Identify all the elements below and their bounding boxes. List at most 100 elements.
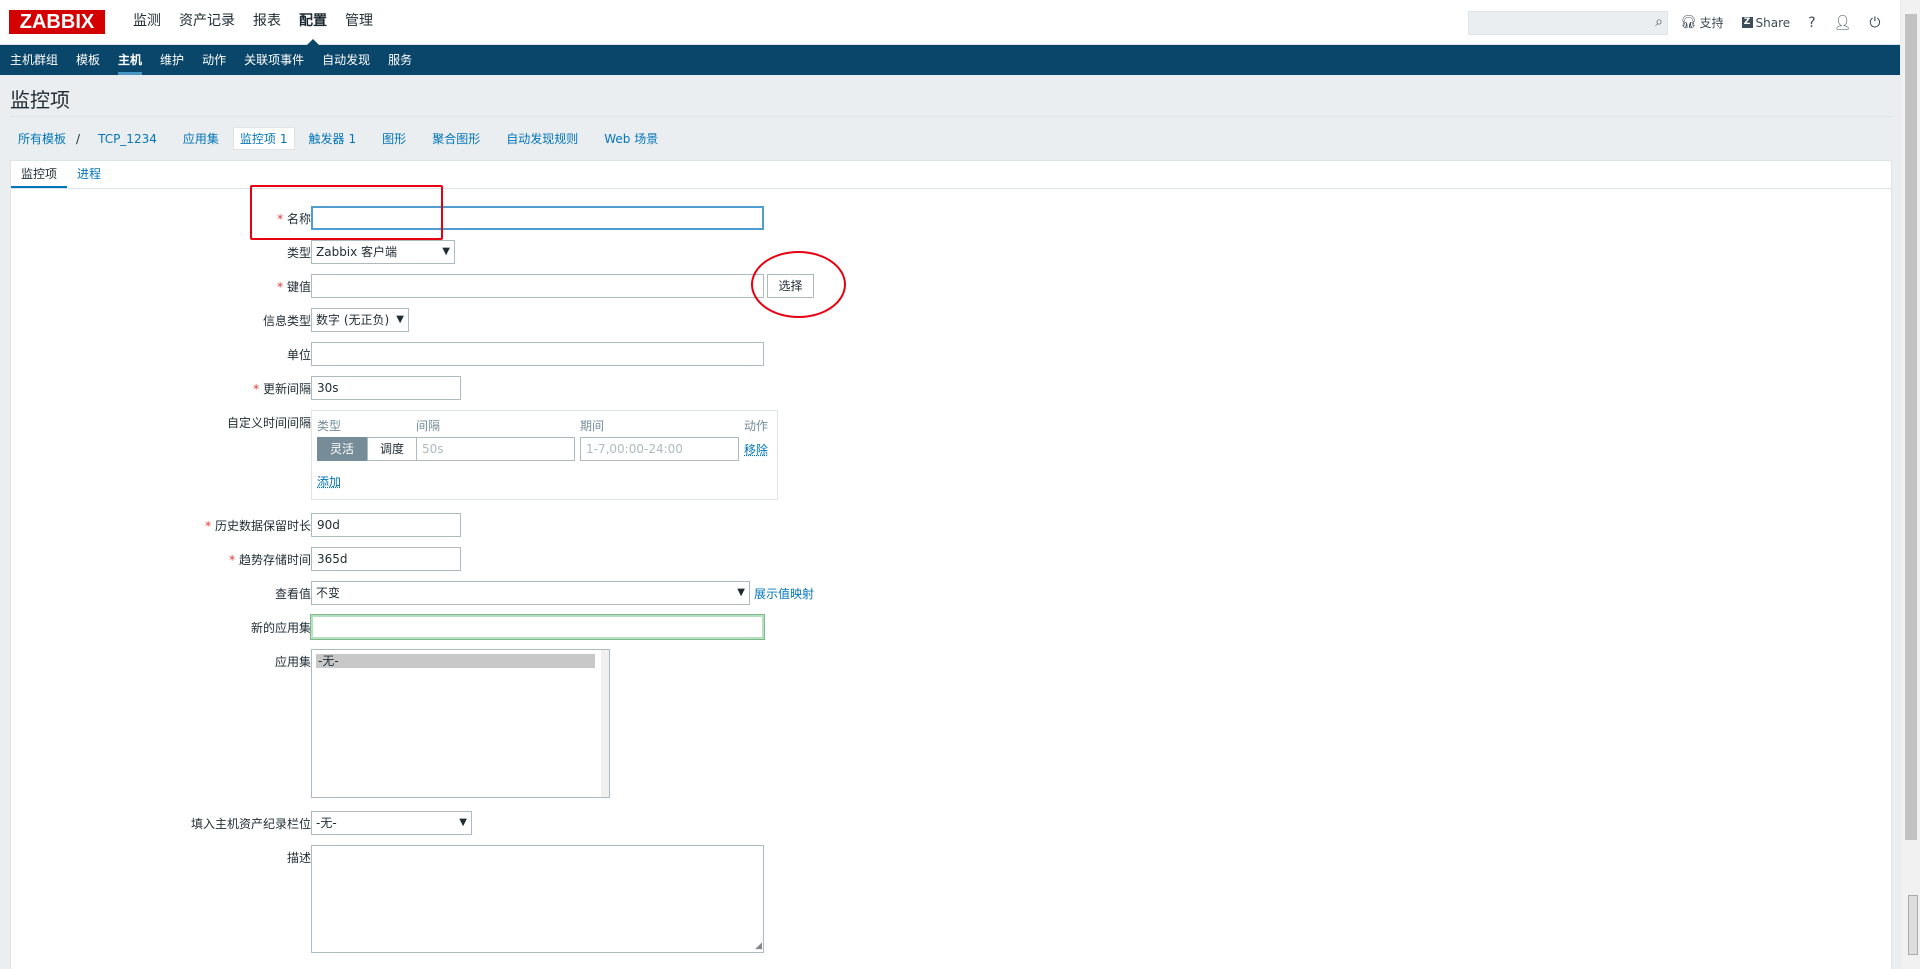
sub-menu: 主机群组 模板 主机 维护 动作 关联项事件 自动发现 服务 [0,45,1900,75]
breadcrumb-all-templates[interactable]: 所有模板 [10,130,80,147]
description-textarea[interactable]: ◢ [311,845,764,953]
headset-icon: 🎧︎ [1680,15,1697,30]
type-select-value: Zabbix 客户端 [316,245,398,259]
main-menu-monitoring[interactable]: 监测 [124,0,170,45]
page-title: 监控项 [10,88,70,112]
breadcrumb-screens[interactable]: 聚合图形 [424,130,488,147]
share-link[interactable]: Z Share [1741,15,1791,30]
chevron-down-icon: ▼ [459,817,467,828]
info-type-label: 信息类型 [262,314,311,328]
sub-menu-actions[interactable]: 动作 [193,45,235,75]
sub-menu-host-groups[interactable]: 主机群组 [1,45,67,75]
tab-preprocessing[interactable]: 进程 [67,161,111,188]
support-link[interactable]: 🎧︎ 支持 [1680,14,1724,31]
custom-header-action: 动作 [744,419,769,433]
breadcrumb-triggers-label: 触发器 [308,132,345,146]
breadcrumb-graphs[interactable]: 图形 [374,130,414,147]
custom-period-field[interactable]: 1-7,00:00-24:00 [580,437,739,461]
breadcrumb-discovery[interactable]: 自动发现规则 [498,130,586,147]
custom-add-link[interactable]: 添加 [317,473,341,490]
sub-menu-bar: 主机群组 模板 主机 维护 动作 关联项事件 自动发现 服务 [0,45,1900,75]
breadcrumb-applications[interactable]: 应用集 [175,130,227,147]
new-application-label: 新的应用集 [250,621,311,635]
applications-listbox[interactable]: -无- [311,649,610,798]
history-field[interactable]: 90d [311,513,461,537]
help-icon: ? [1808,14,1816,31]
sub-menu-discovery[interactable]: 自动发现 [313,45,379,75]
custom-interval-field[interactable]: 50s [416,437,575,461]
chevron-down-icon: ▼ [396,314,404,325]
breadcrumb-items-label: 监控项 [239,132,276,146]
inventory-value: -无- [316,816,337,830]
page-scrollbar-thumb[interactable] [1905,14,1917,840]
sub-menu-services[interactable]: 服务 [379,45,421,75]
breadcrumb: 所有模板 TCP_1234 应用集 监控项1 触发器1 图形 聚合图形 自动发现… [10,116,1892,160]
custom-header-interval: 间隔 [416,419,441,433]
share-label: Share [1755,15,1791,30]
side-widget[interactable] [1908,895,1918,955]
history-label: 历史数据保留时长 [205,517,311,534]
main-menu: 监测 资产记录 报表 配置 管理 [124,0,382,46]
breadcrumb-items[interactable]: 监控项 1 [232,127,295,150]
breadcrumb-template[interactable]: TCP_1234 [90,132,165,146]
top-links: 🎧︎ 支持 Z Share ? 👤︎ ⏻ [1680,0,1898,45]
key-field[interactable] [311,274,764,298]
interval-field[interactable]: 30s [311,376,461,400]
breadcrumb-web[interactable]: Web 场景 [596,130,666,147]
description-label: 描述 [286,851,311,865]
show-value-mappings-link[interactable]: 展示值映射 [754,585,814,602]
breadcrumb-triggers[interactable]: 触发器 1 [301,130,365,147]
inventory-select[interactable]: -无- ▼ [311,811,472,835]
custom-scheduling-option[interactable]: 调度 [367,437,418,461]
type-select[interactable]: Zabbix 客户端 ▼ [311,240,455,264]
sub-menu-maintenance[interactable]: 维护 [151,45,193,75]
chevron-down-icon: ▼ [442,246,450,257]
custom-remove-link[interactable]: 移除 [744,441,768,458]
key-label: 键值 [277,278,311,295]
zabbix-share-icon: Z [1741,17,1753,28]
valuemap-label: 查看值 [274,587,311,601]
custom-header-type: 类型 [317,419,342,433]
info-type-select[interactable]: 数字 (无正负) ▼ [311,308,409,332]
valuemap-value: 不变 [316,586,341,600]
new-application-field[interactable] [310,614,765,640]
search-icon[interactable]: ⌕ [1655,14,1663,30]
custom-intervals-table: 类型 间隔 期间 动作 灵活 调度 50s 1-7,00:00-24:00 移除… [311,410,778,500]
applications-label: 应用集 [274,655,311,669]
search-input[interactable]: ⌕ [1468,11,1668,35]
units-label: 单位 [286,348,311,362]
main-menu-configuration[interactable]: 配置 [290,0,336,46]
logout-button[interactable]: ⏻ [1869,15,1880,31]
sub-menu-hosts[interactable]: 主机 [109,45,151,75]
tab-item[interactable]: 监控项 [11,161,68,188]
help-button[interactable]: ? [1808,15,1815,31]
annotation-highlight-circle [751,251,846,318]
chevron-down-icon: ▼ [737,587,745,598]
main-menu-administration[interactable]: 管理 [336,0,382,45]
annotation-highlight-rectangle [250,185,443,240]
applications-option-none[interactable]: -无- [316,654,595,668]
sub-menu-templates[interactable]: 模板 [67,45,109,75]
sub-menu-correlation[interactable]: 关联项事件 [235,45,313,75]
main-menu-inventory[interactable]: 资产记录 [170,0,244,45]
custom-header-period: 期间 [580,419,605,433]
user-icon: 👤︎ [1833,14,1852,31]
valuemap-select[interactable]: 不变 ▼ [311,581,750,605]
units-field[interactable] [311,342,764,366]
top-bar: ZABBIX 监测 资产记录 报表 配置 管理 ⌕ 🎧︎ 支持 Z Share … [0,0,1900,46]
inventory-label: 填入主机资产纪录栏位 [190,817,311,831]
custom-type-toggle: 灵活 调度 [317,437,418,461]
resize-grip-icon[interactable]: ◢ [755,941,762,951]
custom-flexible-option[interactable]: 灵活 [317,437,368,461]
item-form-panel: 监控项 进程 名称 类型 Zabbix 客户端 ▼ 键值 选择 信息类型 数字 … [10,160,1892,969]
interval-label: 更新间隔 [253,380,311,397]
listbox-scrollbar[interactable] [601,650,609,797]
user-profile-button[interactable]: 👤︎ [1834,15,1852,31]
info-type-value: 数字 (无正负) [316,313,390,327]
type-label: 类型 [286,246,311,260]
main-menu-reports[interactable]: 报表 [244,0,290,45]
breadcrumb-items-count: 1 [279,132,288,146]
trends-field[interactable]: 365d [311,547,461,571]
support-label: 支持 [1699,16,1724,30]
zabbix-logo[interactable]: ZABBIX [9,10,105,34]
